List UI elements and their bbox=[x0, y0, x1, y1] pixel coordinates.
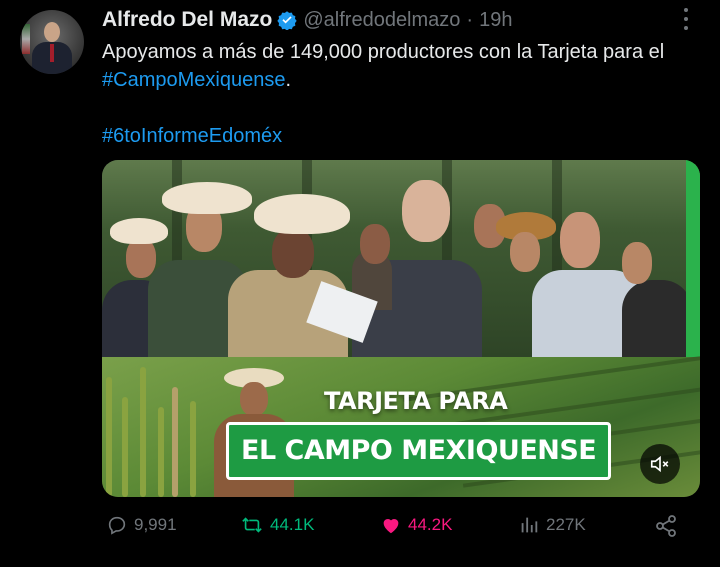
farmer-face bbox=[240, 382, 268, 416]
author-handle[interactable]: @alfredodelmazo bbox=[303, 9, 460, 32]
retweet-count: 44.1K bbox=[270, 515, 315, 534]
reply-button[interactable]: 9,991 bbox=[106, 514, 177, 536]
avatar-tie bbox=[50, 44, 54, 62]
reply-icon bbox=[108, 516, 126, 535]
flag-decoration bbox=[22, 24, 30, 54]
retweet-icon bbox=[242, 517, 262, 533]
author-name[interactable]: Alfredo Del Mazo bbox=[102, 8, 272, 32]
hashtag-informe[interactable]: #6toInformeEdoméx bbox=[102, 125, 282, 147]
tweet-header: Alfredo Del Mazo @alfredodelmazo · 19h bbox=[102, 6, 512, 34]
tweet-time[interactable]: 19h bbox=[479, 9, 512, 32]
tweet-actions: 9,991 44.1K 44.2K 227K bbox=[0, 510, 720, 550]
video-frame-edge bbox=[686, 160, 700, 357]
views-button[interactable]: 227K bbox=[518, 514, 586, 536]
video-player[interactable]: TARJETA PARA EL CAMPO MEXIQUENSE bbox=[102, 160, 700, 497]
more-options-icon[interactable] bbox=[676, 8, 696, 30]
mute-button[interactable] bbox=[640, 444, 680, 484]
share-button[interactable] bbox=[654, 514, 684, 538]
like-button[interactable]: 44.2K bbox=[380, 514, 452, 536]
views-icon bbox=[521, 517, 538, 533]
hashtag-campo-mexiquense[interactable]: #CampoMexiquense bbox=[102, 69, 285, 91]
speaker-muted-icon bbox=[650, 455, 669, 473]
video-title-line2: EL CAMPO MEXIQUENSE bbox=[226, 422, 612, 480]
heart-icon bbox=[383, 519, 399, 534]
avatar-head bbox=[44, 22, 60, 42]
retweet-button[interactable]: 44.1K bbox=[240, 514, 314, 536]
time-separator: · bbox=[466, 8, 474, 31]
avatar[interactable] bbox=[20, 10, 84, 74]
tweet-text: Apoyamos a más de 149,000 productores co… bbox=[102, 38, 702, 150]
reply-count: 9,991 bbox=[134, 515, 177, 534]
views-count: 227K bbox=[546, 515, 586, 534]
verified-badge-icon bbox=[277, 11, 298, 30]
like-count: 44.2K bbox=[408, 515, 453, 534]
tweet-text-main: Apoyamos a más de 149,000 productores co… bbox=[102, 41, 665, 63]
video-frame-top bbox=[102, 160, 700, 357]
tweet-body: Apoyamos a más de 149,000 productores co… bbox=[102, 38, 702, 94]
share-icon bbox=[656, 515, 676, 537]
video-title-line1: TARJETA PARA bbox=[324, 387, 508, 415]
tweet-text-end: . bbox=[285, 69, 291, 91]
